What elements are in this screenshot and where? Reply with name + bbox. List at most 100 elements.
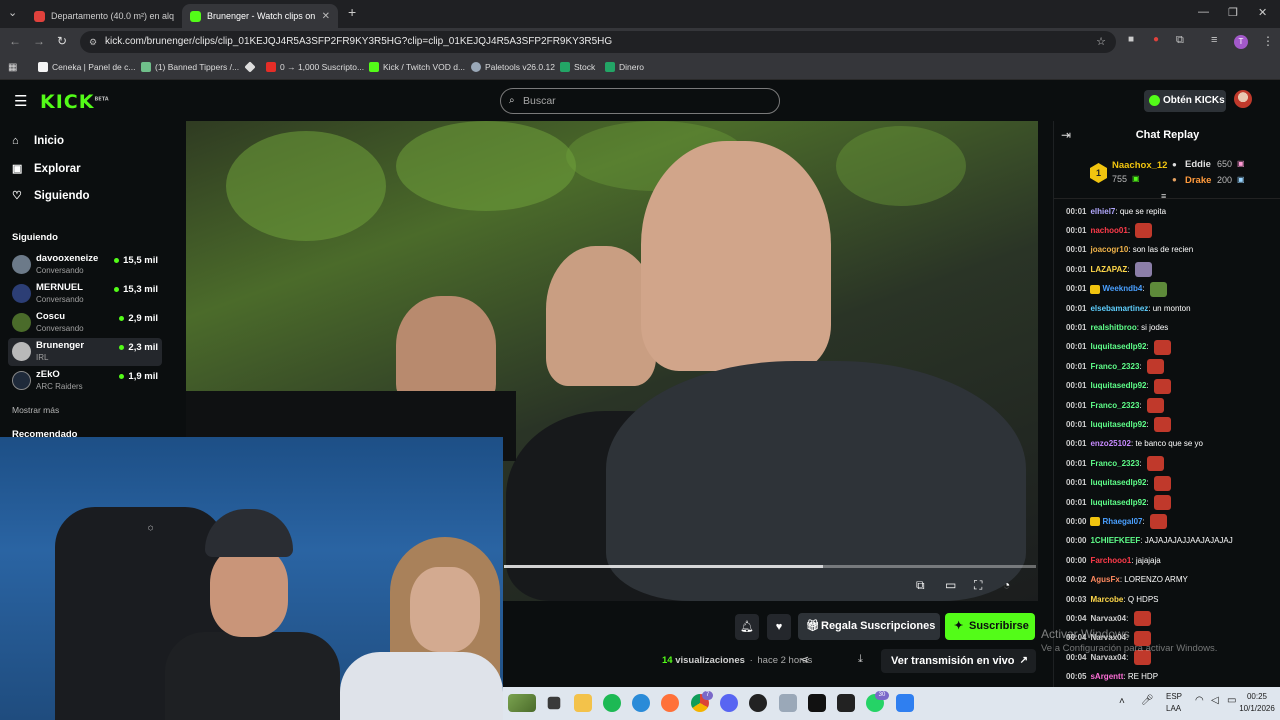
bookmark-kick-twitch-vod[interactable]: Kick / Twitch VOD d... xyxy=(369,62,465,72)
task-view-icon[interactable] xyxy=(547,696,561,710)
message-username[interactable]: nachoo01 xyxy=(1090,224,1127,238)
message-username[interactable]: Marcobe xyxy=(1090,593,1123,607)
theater-mode-icon[interactable]: ▭ xyxy=(945,578,956,592)
leader-top-name[interactable]: Naachox_12 xyxy=(1112,160,1167,171)
obs-icon[interactable] xyxy=(749,694,767,712)
tab-brunenger[interactable]: Brunenger - Watch clips on ✕ xyxy=(182,4,338,28)
bookmark-diamond[interactable] xyxy=(244,61,259,73)
bookmark-ceneka[interactable]: Ceneka | Panel de c... xyxy=(38,62,135,72)
media-control-icon[interactable]: ≡ xyxy=(1211,34,1217,46)
discord-icon[interactable] xyxy=(720,694,738,712)
site-info-icon[interactable]: ⚙ xyxy=(89,31,97,53)
download-icon[interactable]: ⤓ xyxy=(858,653,863,666)
new-tab-icon[interactable]: + xyxy=(348,4,356,20)
nav-explorar[interactable]: ▣ Explorar xyxy=(12,162,81,176)
message-username[interactable]: enzo25102 xyxy=(1090,437,1130,451)
message-username[interactable]: Farchooo1 xyxy=(1090,554,1131,568)
tab-search-icon[interactable]: ⌄ xyxy=(8,6,17,19)
message-username[interactable]: luquitasedlp92 xyxy=(1090,418,1146,432)
tab-close-icon[interactable]: ✕ xyxy=(316,11,330,22)
wifi-icon[interactable]: ◠ xyxy=(1195,695,1204,706)
user-avatar[interactable] xyxy=(1234,90,1252,108)
leader-second-name[interactable]: Eddie xyxy=(1185,159,1211,170)
message-username[interactable]: Rhaegal07 xyxy=(1102,515,1142,529)
channel-item-mernuel[interactable]: MERNUEL Conversando 15,3 mil xyxy=(8,280,162,308)
channel-item-zeko[interactable]: zEkO ARC Raiders 1,9 mil xyxy=(8,367,162,395)
tab-close-icon[interactable]: ✕ xyxy=(174,11,178,22)
firefox-icon[interactable] xyxy=(661,694,679,712)
show-more-link[interactable]: Mostrar más xyxy=(12,405,59,415)
tab-departamento[interactable]: Departamento (40.0 m²) en alq ✕ xyxy=(26,4,178,28)
kick-logo[interactable]: KICKBETA xyxy=(40,91,109,113)
channel-item-coscu[interactable]: Coscu Conversando 2,9 mil xyxy=(8,309,162,337)
message-username[interactable]: realshitbroo xyxy=(1090,321,1136,335)
message-username[interactable]: luquitasedlp92 xyxy=(1090,340,1146,354)
bookmark-dinero[interactable]: Dinero xyxy=(605,62,644,72)
hamburger-menu-icon[interactable]: ☰ xyxy=(14,92,27,110)
channel-item-brunenger[interactable]: Brunenger IRL 2,3 mil xyxy=(8,338,162,366)
tiktok-icon[interactable] xyxy=(808,694,826,712)
message-username[interactable]: 1CHIEFKEEF xyxy=(1090,534,1140,548)
back-icon[interactable]: ← xyxy=(9,34,21,48)
bookmark-banned-tippers[interactable]: (1) Banned Tippers /... xyxy=(141,62,239,72)
profile-avatar[interactable]: T xyxy=(1234,35,1248,49)
clock-date[interactable]: 10/1/2026 xyxy=(1236,704,1278,713)
reload-icon[interactable]: ↻ xyxy=(57,34,67,48)
follow-heart-button[interactable]: ♥ xyxy=(767,614,791,640)
extension-red-icon[interactable]: ● xyxy=(1153,34,1159,45)
message-username[interactable]: luquitasedlp92 xyxy=(1090,496,1146,510)
minimize-icon[interactable]: — xyxy=(1198,6,1209,18)
message-username[interactable]: Weekndb4 xyxy=(1102,282,1142,296)
message-username[interactable]: Franco_2323 xyxy=(1090,360,1139,374)
message-username[interactable]: joacogr10 xyxy=(1090,243,1128,257)
message-username[interactable]: elsebamartinez xyxy=(1090,302,1148,316)
spotify-icon[interactable] xyxy=(603,694,621,712)
message-username[interactable]: LAZAPAZ xyxy=(1090,263,1127,277)
message-username[interactable]: AgusFx xyxy=(1090,573,1119,587)
capcut-icon[interactable] xyxy=(837,694,855,712)
forward-icon[interactable]: → xyxy=(33,34,45,48)
message-username[interactable]: luquitasedlp92 xyxy=(1090,379,1146,393)
close-window-icon[interactable]: ✕ xyxy=(1258,6,1267,19)
clock-time[interactable]: 00:25 xyxy=(1236,692,1278,701)
language-indicator[interactable]: ESP xyxy=(1166,692,1182,701)
playback-speed-icon[interactable]: ◔ xyxy=(1003,578,1010,592)
bookmark-stock[interactable]: Stock xyxy=(560,62,595,72)
expand-leaderboard-icon[interactable]: ≡ xyxy=(1161,191,1166,201)
app-window-icon[interactable] xyxy=(779,694,797,712)
bookmark-star-icon[interactable]: ☆ xyxy=(1096,31,1106,53)
message-username[interactable]: luquitasedlp92 xyxy=(1090,476,1146,490)
fullscreen-icon[interactable]: ⛶ xyxy=(974,578,982,593)
nav-inicio[interactable]: ⌂ Inicio xyxy=(12,135,64,147)
chevron-up-icon[interactable]: ˄ xyxy=(1119,696,1125,707)
maximize-icon[interactable]: ❐ xyxy=(1228,6,1238,19)
extension-icon[interactable]: ■ xyxy=(1128,34,1134,45)
message-username[interactable]: sArgentt xyxy=(1090,670,1123,684)
volume-icon[interactable]: ◁ xyxy=(1211,695,1219,706)
vpn-icon[interactable] xyxy=(896,694,914,712)
get-kicks-button[interactable]: Obtén KICKs xyxy=(1144,90,1226,112)
address-bar[interactable]: ⚙ kick.com/brunenger/clips/clip_01KEJQJ4… xyxy=(80,31,1116,53)
widgets-icon[interactable] xyxy=(508,694,536,712)
extensions-puzzle-icon[interactable]: ⧉ xyxy=(1176,34,1184,47)
gift-subs-button[interactable]: 🎁︎ Regala Suscripciones xyxy=(798,613,940,640)
message-username[interactable]: Narvax04 xyxy=(1090,612,1126,626)
message-username[interactable]: Franco_2323 xyxy=(1090,457,1139,471)
menu-dots-icon[interactable]: ⋮ xyxy=(1262,34,1274,48)
leader-third-name[interactable]: Drake xyxy=(1185,175,1211,186)
channel-item-davooxeneize[interactable]: davooxeneize Conversando 15,5 mil xyxy=(8,251,162,279)
video-progress-bar[interactable] xyxy=(504,565,1036,568)
microphone-icon[interactable]: 🎤︎ xyxy=(1141,695,1154,706)
message-username[interactable]: Franco_2323 xyxy=(1090,399,1139,413)
pip-icon[interactable]: ⧉ xyxy=(916,578,925,593)
message-username[interactable]: elhiel7 xyxy=(1090,205,1115,219)
edge-icon[interactable] xyxy=(632,694,650,712)
file-explorer-icon[interactable] xyxy=(574,694,592,712)
subscribe-button[interactable]: ✦ Suscribirse xyxy=(945,613,1035,640)
search-input[interactable]: ⌕ Buscar xyxy=(500,88,780,114)
watch-live-button[interactable]: Ver transmisión en vivo ↗ xyxy=(881,649,1036,673)
bookmark-youtube[interactable]: 0 → 1,000 Suscripto... xyxy=(266,62,364,72)
nav-siguiendo[interactable]: ♡ Siguiendo xyxy=(12,189,90,203)
bookmark-paletools[interactable]: Paletools v26.0.12 xyxy=(471,62,555,72)
share-icon[interactable]: ⋖ xyxy=(800,653,809,666)
